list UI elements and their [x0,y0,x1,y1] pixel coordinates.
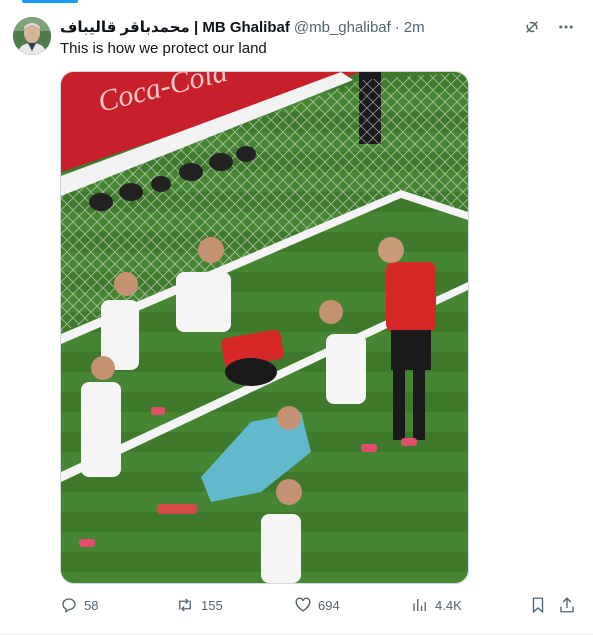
views-icon [411,596,429,614]
reply-icon [60,596,78,614]
tweet-photo[interactable]: Coca-Cola [60,71,469,584]
author-handle[interactable]: @mb_ghalibaf [294,19,391,36]
tweet-actions: 58 155 694 4.4K [60,594,580,616]
bookmark-icon [529,596,547,614]
heart-icon [294,596,312,614]
views-button[interactable]: 4.4K [411,594,462,616]
views-count: 4.4K [435,597,462,613]
like-count: 694 [318,597,340,613]
reply-button[interactable]: 58 [60,594,98,616]
repost-count: 155 [201,597,223,613]
share-button[interactable] [558,594,576,616]
share-icon [558,596,576,614]
reply-count: 58 [84,597,99,613]
more-icon[interactable] [555,16,577,38]
repost-icon [175,596,195,614]
author-name[interactable]: محمدباقر قالیباف | MB Ghalibaf [60,18,290,36]
tweet-header: محمدباقر قالیباف | MB Ghalibaf @mb_ghali… [60,17,425,37]
like-button[interactable]: 694 [294,594,340,616]
avatar[interactable] [13,17,51,55]
timestamp[interactable]: 2m [404,19,425,36]
tweet[interactable]: محمدباقر قالیباف | MB Ghalibaf @mb_ghali… [0,0,593,635]
separator-dot: · [394,18,400,36]
tweet-text: This is how we protect our land [60,40,267,57]
tweet-top-actions [521,16,577,38]
grok-icon[interactable] [521,16,543,38]
repost-button[interactable]: 155 [175,594,223,616]
bookmark-button[interactable] [529,594,547,616]
